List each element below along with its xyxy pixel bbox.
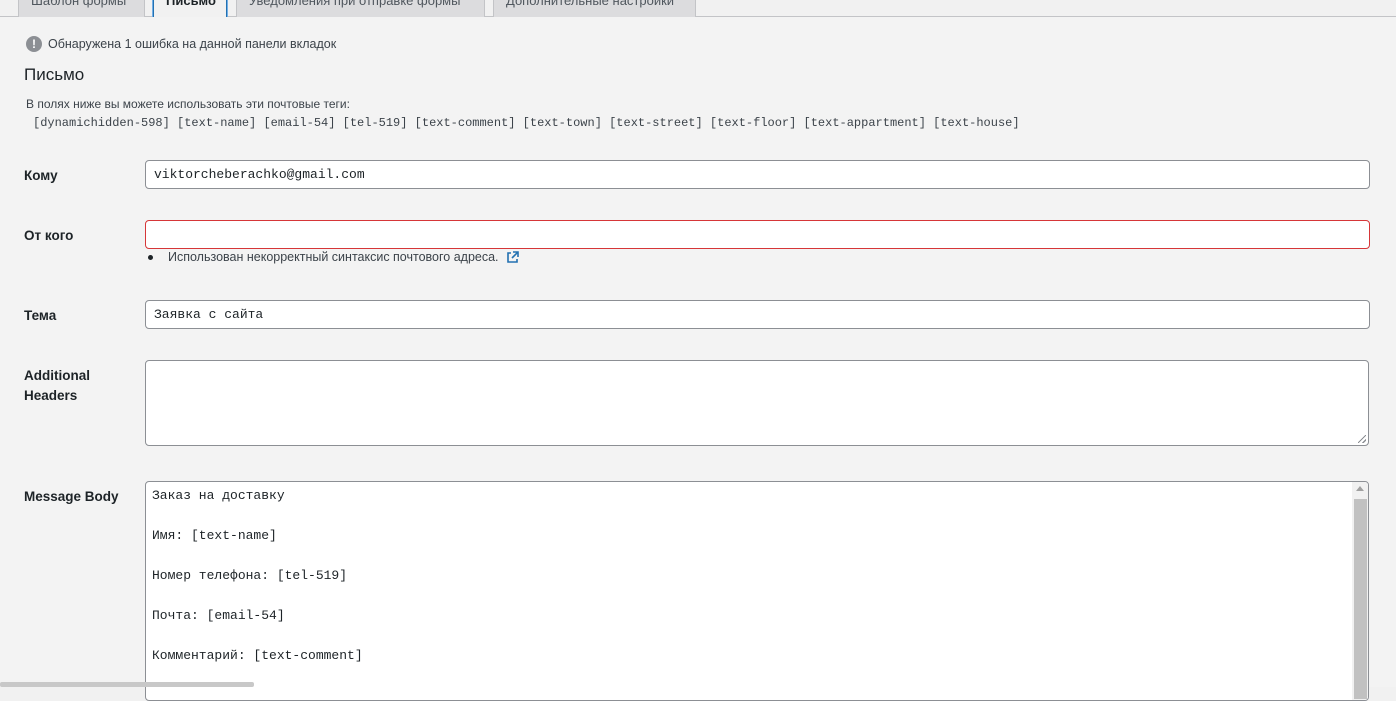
message-body-line: Почта: [email-54] xyxy=(152,608,285,623)
scroll-up-arrow-icon[interactable] xyxy=(1356,486,1364,491)
resize-handle-icon[interactable] xyxy=(1358,435,1366,443)
mail-tags-intro: В полях ниже вы можете использовать эти … xyxy=(26,97,350,111)
tab-notifications[interactable]: Уведомления при отправке формы xyxy=(236,0,485,17)
message-body-line: Номер телефона: [tel-519] xyxy=(152,568,348,583)
additional-headers-textarea[interactable] xyxy=(145,360,1369,446)
tab-mail[interactable]: Письмо xyxy=(153,0,227,18)
subject-label: Тема xyxy=(24,308,57,323)
to-label: Кому xyxy=(24,168,58,183)
from-label: От кого xyxy=(24,228,74,243)
message-body-text: Заказ на доставку Имя: [text-name] Номер… xyxy=(152,488,363,688)
mail-tags-list: [dynamichidden-598] [text-name] [email-5… xyxy=(33,116,1020,130)
message-body-label: Message Body xyxy=(24,489,119,504)
external-link-icon[interactable] xyxy=(506,250,519,264)
tab-form-template[interactable]: Шаблон формы xyxy=(18,0,145,17)
horizontal-scrollbar-thumb[interactable] xyxy=(0,682,254,687)
message-body-line: Заказ на доставку xyxy=(152,488,285,503)
tab-additional-settings[interactable]: Дополнительные настройки xyxy=(493,0,696,17)
additional-headers-label: Additional Headers xyxy=(24,368,90,403)
section-title: Письмо xyxy=(24,65,85,84)
subject-input[interactable] xyxy=(145,300,1370,329)
tab-bar: Шаблон формы Письмо Уведомления при отпр… xyxy=(0,0,1396,18)
vertical-scrollbar[interactable] xyxy=(1352,482,1368,700)
error-notice: ! Обнаружена 1 ошибка на данной панели в… xyxy=(26,36,336,52)
from-input[interactable] xyxy=(145,220,1370,249)
exclamation-icon: ! xyxy=(26,36,42,52)
scroll-thumb[interactable] xyxy=(1354,499,1367,699)
bullet-icon xyxy=(148,254,153,260)
message-body-textarea[interactable]: Заказ на доставку Имя: [text-name] Номер… xyxy=(145,481,1369,701)
mail-panel: ! Обнаружена 1 ошибка на данной панели в… xyxy=(0,17,1396,701)
message-body-line: Имя: [text-name] xyxy=(152,528,277,543)
from-error-message: Использован некорректный синтаксис почто… xyxy=(148,250,519,264)
to-input[interactable] xyxy=(145,160,1370,189)
